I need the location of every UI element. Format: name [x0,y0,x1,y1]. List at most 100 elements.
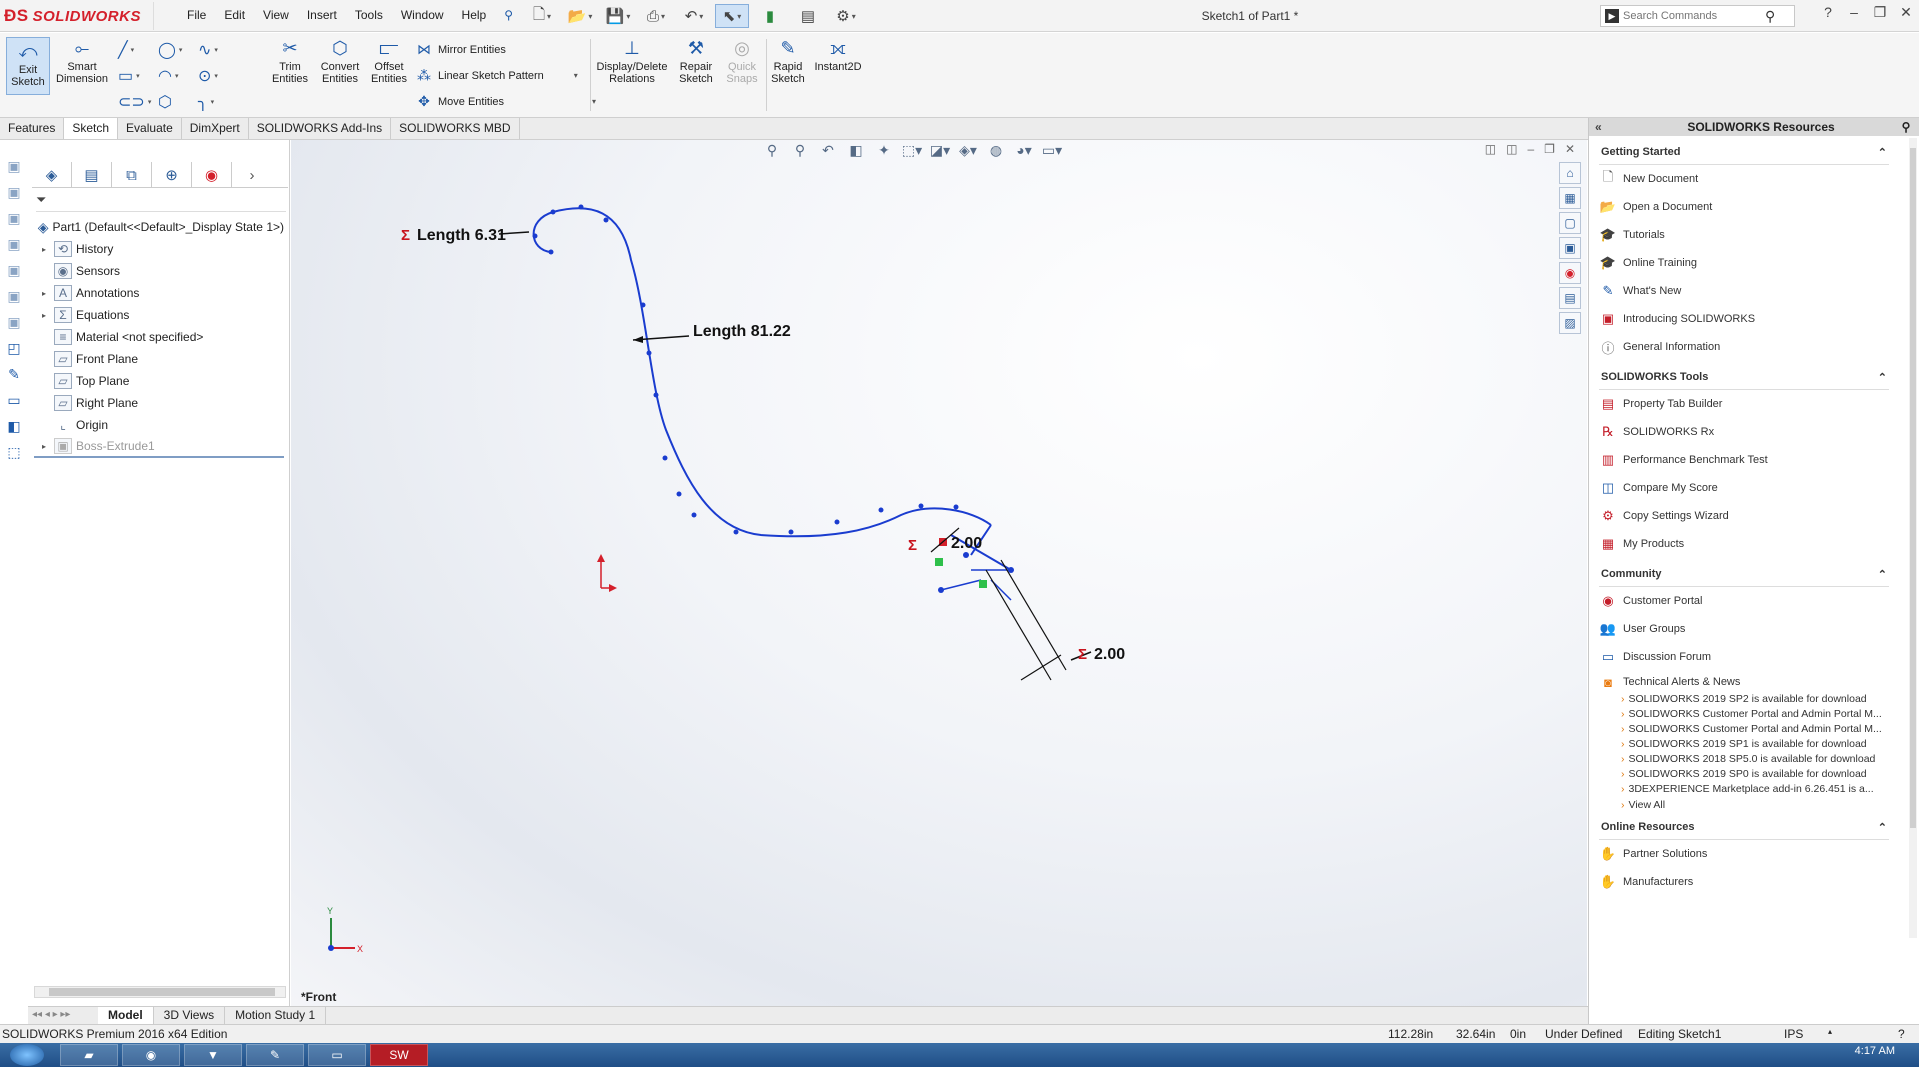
menu-tools[interactable]: Tools [346,8,392,22]
news-item[interactable]: SOLIDWORKS 2019 SP2 is available for dow… [1599,693,1889,705]
link-technical-alerts[interactable]: ◙ Technical Alerts & News [1599,671,1889,693]
collapse-pane-icon[interactable]: « [1589,120,1629,134]
link-property-tab-builder[interactable]: ▤ Property Tab Builder [1599,390,1889,418]
scroll-thumb[interactable] [49,988,275,996]
tab-sketch[interactable]: Sketch [64,118,119,139]
smart-dimension-button[interactable]: ⟜ Smart Dimension [54,37,110,85]
screenshot-taskbar-icon[interactable]: ▭ [308,1044,366,1066]
pin-icon[interactable]: ⚲ [495,8,522,22]
spline-icon[interactable]: ∿ ▾ [198,37,238,63]
trim-entities-button[interactable]: ✂ Trim Entities [268,37,312,85]
tab-3d-views[interactable]: 3D Views [154,1007,226,1024]
search-input[interactable] [1623,10,1763,22]
link-copy-settings-wizard[interactable]: ⚙ Copy Settings Wizard [1599,502,1889,530]
print-icon[interactable]: ⎙ ▾ [639,4,673,28]
forum-icon[interactable]: ▨ [1559,312,1581,334]
chrome-taskbar-icon[interactable]: ◉ [122,1044,180,1066]
home-icon[interactable]: ⌂ [1559,162,1581,184]
link-discussion-forum[interactable]: ▭ Discussion Forum [1599,643,1889,671]
chevron-right-icon[interactable]: › [232,162,272,188]
news-item[interactable]: SOLIDWORKS 2019 SP0 is available for dow… [1599,768,1889,780]
options-gear-icon[interactable]: ⚙ ▾ [829,4,863,28]
sketch-spline[interactable] [532,207,992,538]
mirror-entities-button[interactable]: ⋈ Mirror Entities [416,41,506,58]
pin-pane-icon[interactable]: ⚲ [1893,120,1919,134]
sweep-icon[interactable]: ▣ [4,210,24,230]
sketch-icon[interactable]: ◰ [4,340,24,360]
collapse-icon[interactable]: ⌃ [1878,371,1887,384]
tree-item-annotations[interactable]: ▸ A Annotations [34,282,284,304]
menu-insert[interactable]: Insert [298,8,346,22]
app-taskbar-icon[interactable]: ▼ [184,1044,242,1066]
status-units[interactable]: IPS [1784,1027,1803,1041]
news-item[interactable]: SOLIDWORKS Customer Portal and Admin Por… [1599,708,1889,720]
link-user-groups[interactable]: 👥 User Groups [1599,615,1889,643]
tab-dimxpert[interactable]: DimXpert [182,118,249,139]
link-tutorials[interactable]: 🎓 Tutorials [1599,221,1889,249]
fillet-feature-icon[interactable]: ▣ [4,288,24,308]
feature-tree-tab-icon[interactable]: ◈ [32,162,72,188]
expand-icon[interactable]: ▸ [42,442,54,451]
file-properties-icon[interactable]: ▤ [791,4,825,28]
quick-snaps-button[interactable]: ◎ Quick Snaps [722,37,762,85]
tree-root-part[interactable]: ◈ Part1 (Default<<Default>_Display State … [34,216,284,238]
chevron-down-icon[interactable]: ▾ [574,71,578,80]
pattern-icon[interactable]: ▣ [4,314,24,334]
link-general-information[interactable]: ⓘ General Information [1599,333,1889,361]
loft-icon[interactable]: ▣ [4,236,24,256]
file-explorer-icon[interactable]: ▢ [1559,212,1581,234]
offset-entities-button[interactable]: ⫍ Offset Entities [368,37,410,85]
help-bubble-icon[interactable]: ? [1898,1027,1905,1041]
cut-icon[interactable]: ▣ [4,262,24,282]
save-icon[interactable]: 💾 ▾ [601,4,635,28]
new-document-icon[interactable]: 🗋 ▾ [525,4,559,28]
tree-item-right-plane[interactable]: ▱ Right Plane [34,392,284,414]
undo-icon[interactable]: ↶ ▾ [677,4,711,28]
appearances-icon[interactable]: ◉ [1559,262,1581,284]
property-manager-tab-icon[interactable]: ▤ [72,162,112,188]
custom-properties-icon[interactable]: ▤ [1559,287,1581,309]
tree-item-boss-extrude1[interactable]: ▸ ▣ Boss-Extrude1 [34,436,284,458]
line-icon[interactable]: ╱ ▾ [118,37,158,63]
link-performance-benchmark[interactable]: ▥ Performance Benchmark Test [1599,446,1889,474]
configuration-manager-tab-icon[interactable]: ⧉ [112,162,152,188]
filter-icon[interactable]: ⏷ [36,192,286,212]
dimension-length-6-31[interactable]: Length 6.31 [417,227,506,244]
menu-view[interactable]: View [254,8,298,22]
notepad-taskbar-icon[interactable]: ✎ [246,1044,304,1066]
expand-icon[interactable]: ▸ [42,245,54,254]
open-icon[interactable]: 📂 ▾ [563,4,597,28]
section-title[interactable]: Getting Started ⌃ [1599,144,1889,165]
news-item[interactable]: 3DEXPERIENCE Marketplace add-in 6.26.451… [1599,783,1889,795]
tree-item-history[interactable]: ▸ ⟲ History [34,238,284,260]
tab-scroll-arrows-icon[interactable]: ◂◂ ◂ ▸ ▸▸ [28,1007,98,1024]
fillet-icon[interactable]: ╮ ▾ [198,89,238,115]
tree-item-origin[interactable]: ⌞ Origin [34,414,284,436]
news-item[interactable]: SOLIDWORKS Customer Portal and Admin Por… [1599,723,1889,735]
tab-features[interactable]: Features [0,118,65,139]
revolve-icon[interactable]: ▣ [4,184,24,204]
section-title[interactable]: SOLIDWORKS Tools ⌃ [1599,369,1889,390]
link-introducing-solidworks[interactable]: ▣ Introducing SOLIDWORKS [1599,305,1889,333]
circle-icon[interactable]: ◯ ▾ [158,37,198,63]
solidworks-logo[interactable]: ƉS SOLIDWORKS [4,2,154,30]
section-title[interactable]: Online Resources ⌃ [1599,819,1889,840]
view-orientation-icon[interactable]: ⬚ [4,444,24,464]
minimize-icon[interactable]: – [1841,4,1867,21]
news-item[interactable]: SOLIDWORKS 2019 SP1 is available for dow… [1599,738,1889,750]
tree-item-front-plane[interactable]: ▱ Front Plane [34,348,284,370]
tab-addins[interactable]: SOLIDWORKS Add-Ins [249,118,392,139]
view-palette-icon[interactable]: ▣ [1559,237,1581,259]
slot-icon[interactable]: ⊂⊃ ▾ [118,89,158,115]
link-whats-new[interactable]: ✎ What's New [1599,277,1889,305]
exit-sketch-button[interactable]: ⤺ Exit Sketch [6,37,50,95]
tree-item-top-plane[interactable]: ▱ Top Plane [34,370,284,392]
design-library-icon[interactable]: ▦ [1559,187,1581,209]
rapid-sketch-button[interactable]: ✎ Rapid Sketch [768,37,808,85]
feature-tree-scrollbar[interactable] [34,986,286,998]
start-button-icon[interactable] [10,1044,44,1066]
dimension-length-81-22[interactable]: Length 81.22 [693,323,791,340]
link-manufacturers[interactable]: ✋ Manufacturers [1599,868,1889,896]
tab-mbd[interactable]: SOLIDWORKS MBD [391,118,520,139]
link-my-products[interactable]: ▦ My Products [1599,530,1889,558]
